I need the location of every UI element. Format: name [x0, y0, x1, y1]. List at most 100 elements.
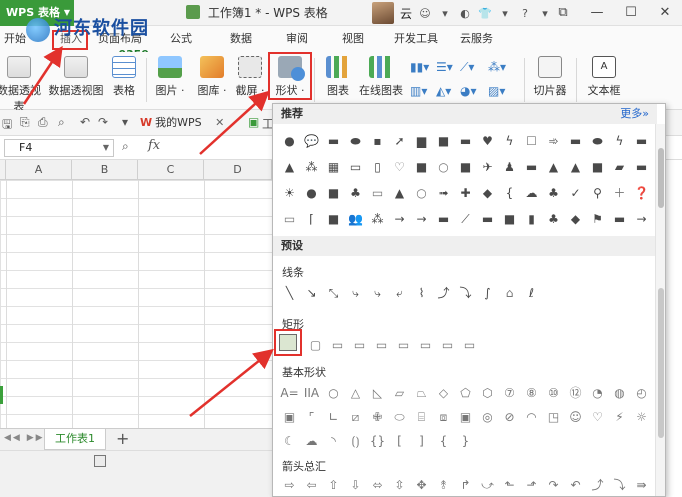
curved-left-arrow-icon[interactable]: ↶: [567, 476, 584, 493]
snip-same-side-icon[interactable]: ▭: [351, 336, 368, 353]
right-brace-icon[interactable]: }: [457, 432, 474, 449]
snip-round-icon[interactable]: ▭: [395, 336, 412, 353]
bar-chart-icon[interactable]: ☰▾: [436, 60, 453, 74]
oval-icon[interactable]: ○: [325, 384, 342, 401]
money-bag-icon[interactable]: ♣: [545, 184, 562, 201]
heptagon-icon[interactable]: ⑦: [501, 384, 518, 401]
text-box-icon[interactable]: A=: [280, 384, 298, 401]
triangle-icon[interactable]: ▲: [545, 158, 562, 175]
heart-outline-icon[interactable]: ♡: [589, 408, 606, 425]
rect-shape-icon[interactable]: ■: [325, 184, 342, 201]
sun-outline-icon[interactable]: ☼: [633, 408, 650, 425]
close-icon[interactable]: ✕: [215, 116, 224, 129]
pie-chart-icon[interactable]: ◕▾: [460, 84, 477, 98]
callout-shape-icon[interactable]: ▪: [369, 132, 386, 149]
elbow-double-arrow-icon[interactable]: ⤶: [391, 284, 408, 301]
snip-single-corner-icon[interactable]: ▭: [329, 336, 346, 353]
triangle-icon[interactable]: ▲: [567, 158, 584, 175]
lightning-icon[interactable]: ϟ: [501, 132, 518, 149]
no-symbol-icon[interactable]: ⊘: [501, 408, 518, 425]
decagon-icon[interactable]: ⑩: [545, 384, 562, 401]
add-sheet-button[interactable]: +: [116, 429, 129, 449]
block-arc-icon[interactable]: ◠: [523, 408, 540, 425]
people-icon[interactable]: ⁂: [303, 158, 320, 175]
spreadsheet-grid[interactable]: A B C D: [0, 160, 272, 428]
minimize-icon[interactable]: —: [580, 0, 614, 26]
document-icon[interactable]: ▮: [523, 210, 540, 227]
feedback-icon[interactable]: ◐: [458, 7, 472, 20]
rectangle-shape-button[interactable]: [274, 329, 302, 356]
square-shape-icon[interactable]: ■: [457, 158, 474, 175]
line-icon[interactable]: ╲: [281, 284, 298, 301]
outline-square-icon[interactable]: ☐: [523, 132, 540, 149]
right-bracket-icon[interactable]: ]: [413, 432, 430, 449]
left-up-arrow-icon[interactable]: ⬑: [501, 476, 518, 493]
rect-shape-icon[interactable]: ■: [413, 158, 430, 175]
half-frame-icon[interactable]: ⌜: [303, 408, 320, 425]
cloud-icon[interactable]: ☁: [303, 432, 320, 449]
cross-outline-icon[interactable]: ✙: [369, 408, 386, 425]
bird-icon[interactable]: ✈: [479, 158, 496, 175]
more-shapes-link[interactable]: 更多»: [620, 104, 649, 124]
person-icon[interactable]: ♟: [501, 158, 518, 175]
double-arrow-line-icon[interactable]: ⤡: [325, 284, 342, 301]
column-header-b[interactable]: B: [72, 160, 138, 180]
double-bracket-icon[interactable]: ⟮⟯: [347, 432, 364, 449]
stock-chart-icon[interactable]: ▥▾: [410, 84, 427, 98]
bent-arrow-icon[interactable]: ↱: [457, 476, 474, 493]
ellipse-icon[interactable]: ⬬: [589, 132, 606, 149]
left-right-arrow-icon[interactable]: ⬄: [369, 476, 386, 493]
moon-icon[interactable]: ☾: [281, 432, 298, 449]
can-icon[interactable]: ⌸: [413, 408, 430, 425]
heart-shape-icon[interactable]: ♥: [479, 132, 496, 149]
tab-workbook-icon[interactable]: ▣: [248, 115, 259, 129]
sheet-tab[interactable]: 工作表1: [44, 429, 106, 450]
gallery-button[interactable]: 图库 ·: [192, 54, 232, 108]
chevron-down-icon[interactable]: ▾: [438, 7, 452, 20]
tab-review[interactable]: 审阅: [286, 26, 308, 52]
up-down-arrow-icon[interactable]: ⇳: [391, 476, 408, 493]
round-single-corner-icon[interactable]: ▭: [417, 336, 434, 353]
close-icon[interactable]: ✕: [648, 0, 682, 26]
round-same-side-icon[interactable]: ▭: [439, 336, 456, 353]
right-arrow-icon[interactable]: ⇨: [281, 476, 298, 493]
other-chart-icon[interactable]: ▨▾: [488, 84, 505, 98]
textbox-button[interactable]: A 文本框: [582, 54, 626, 108]
frame-icon[interactable]: ▣: [281, 408, 298, 425]
triangle-icon[interactable]: ▲: [281, 158, 298, 175]
diamond-icon[interactable]: ◆: [479, 184, 496, 201]
chevron-down-icon[interactable]: ▾: [498, 7, 512, 20]
help-icon[interactable]: ?: [518, 7, 532, 20]
round-diagonal-icon[interactable]: ▭: [461, 336, 478, 353]
column-header-a[interactable]: A: [6, 160, 72, 180]
right-triangle-icon[interactable]: ◺: [369, 384, 386, 401]
cube-icon[interactable]: ⧈: [435, 408, 452, 425]
lightning-bolt-icon[interactable]: ⚡: [611, 408, 628, 425]
people-icon[interactable]: 👥: [347, 210, 364, 227]
brace-icon[interactable]: {: [501, 184, 518, 201]
group-icon[interactable]: ⁂: [369, 210, 386, 227]
left-arrow-icon[interactable]: ⇦: [303, 476, 320, 493]
tab-view[interactable]: 视图: [342, 26, 364, 52]
user-name[interactable]: 云: [400, 5, 412, 22]
insert-function-button[interactable]: fx: [148, 138, 160, 153]
scatter-chart-icon[interactable]: ⁂▾: [488, 60, 506, 74]
rect-shape-icon[interactable]: ▬: [435, 210, 452, 227]
curve-icon[interactable]: ∫: [479, 284, 496, 301]
tab-developer[interactable]: 开发工具: [394, 26, 438, 52]
triangle-outline-icon[interactable]: △: [347, 384, 364, 401]
ring-icon[interactable]: ○: [435, 158, 452, 175]
bent-up-arrow-icon[interactable]: ⬏: [523, 476, 540, 493]
arc-icon[interactable]: ◝: [325, 432, 342, 449]
rect-bar-icon[interactable]: ▬: [567, 132, 584, 149]
question-icon[interactable]: ❓: [633, 184, 650, 201]
left-right-up-arrow-icon[interactable]: ⥉: [435, 476, 452, 493]
rounded-rect-icon[interactable]: ▆: [413, 132, 430, 149]
skin-icon[interactable]: ☺: [418, 7, 432, 20]
rect-shape-icon[interactable]: ▬: [457, 132, 474, 149]
scribble-icon[interactable]: ℓ: [523, 284, 540, 301]
rect-shape-icon[interactable]: ▬: [633, 132, 650, 149]
curved-up-arrow-icon[interactable]: ⤴: [589, 476, 606, 493]
name-box[interactable]: F4 ▼: [4, 139, 114, 157]
curved-arrow-icon[interactable]: ⤴: [435, 284, 452, 301]
